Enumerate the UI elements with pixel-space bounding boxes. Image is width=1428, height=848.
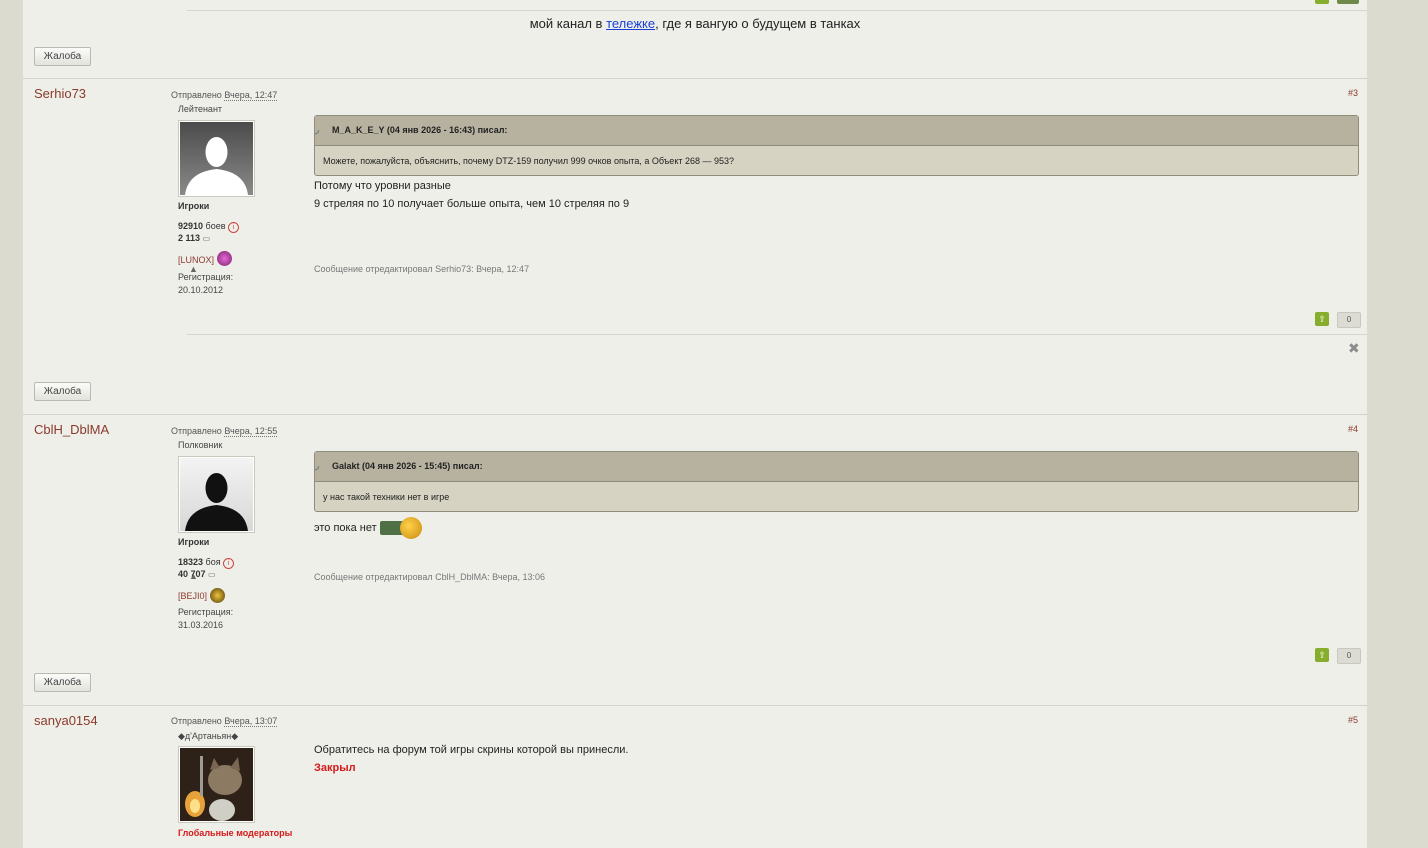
vote-down-button-top[interactable]	[1337, 0, 1359, 4]
clan-emblem-icon[interactable]	[210, 588, 225, 603]
signature-link[interactable]: тележке	[606, 16, 655, 31]
post-author[interactable]: Serhio73	[34, 86, 86, 101]
avatar[interactable]	[178, 746, 255, 823]
posted-label: Отправлено	[171, 426, 222, 436]
avatar[interactable]	[178, 120, 255, 197]
report-button[interactable]: Жалоба	[34, 382, 91, 401]
post-number[interactable]: #4	[1348, 424, 1358, 434]
signature-text: мой канал в	[529, 16, 607, 31]
battles-count: 92910 боев i	[178, 221, 240, 233]
message-icon: ▭	[208, 570, 216, 579]
post-separator	[23, 78, 1367, 79]
user-rank: Лейтенант	[178, 104, 223, 114]
posted-label: Отправлено	[171, 90, 222, 100]
post-date: Отправлено Вчера, 12:47	[171, 90, 278, 101]
user-rank: ◆д'Артаньян◆	[178, 731, 239, 741]
posted-date: Вчера, 12:47	[224, 90, 278, 101]
user-group: Игроки	[178, 201, 210, 211]
silhouette-avatar-icon	[180, 458, 253, 531]
info-icon[interactable]: i	[228, 222, 240, 233]
avatar[interactable]	[178, 456, 255, 533]
battles-count: 18323 боя i	[178, 557, 235, 569]
forum-topic: мой канал в тележке, где я вангую о буду…	[23, 0, 1367, 848]
post-body: это пока нет	[314, 517, 424, 539]
registration-date: 20.10.2012	[178, 285, 224, 295]
quote-block: ◞ Galakt (04 янв 2026 - 15:45) писал: у н…	[314, 451, 1359, 512]
registration-label: Регистрация:	[178, 607, 234, 617]
post-line: Обратитесь на форум той игры скрины кото…	[314, 744, 629, 756]
registration: Регистрация: 20.10.2012	[178, 271, 233, 297]
quote-icon: ◞	[315, 461, 319, 472]
quote-block: ◞ M_A_K_E_Y (04 янв 2026 - 16:43) писал: …	[314, 115, 1359, 176]
report-button[interactable]: Жалоба	[34, 673, 91, 692]
vote-up-button-top[interactable]	[1315, 0, 1329, 4]
cat-warrior-avatar-icon	[180, 748, 253, 821]
post-author[interactable]: sanya0154	[34, 713, 98, 728]
default-avatar-icon	[180, 122, 253, 195]
quote-body: у нас такой техники нет в игре	[323, 492, 450, 502]
user-rank: Полковник	[178, 440, 223, 450]
post-separator	[23, 705, 1367, 706]
registration-date: 31.03.2016	[178, 620, 224, 630]
messages-count: 2 113 ▭	[178, 233, 210, 243]
posted-date: Вчера, 13:07	[224, 716, 278, 727]
quote-icon: ◞	[315, 125, 319, 136]
edited-note: Сообщение отредактировал Serhio73: Вчера…	[314, 264, 530, 274]
info-icon[interactable]: i	[223, 558, 235, 569]
post-line: 9 стреляя по 10 получает больше опыта, ч…	[314, 198, 630, 210]
user-group: Глобальные модераторы	[178, 828, 293, 838]
signature-divider	[187, 10, 1367, 11]
quote-author[interactable]: M_A_K_E_Y (04 янв 2026 - 16:43) писал:	[332, 125, 507, 135]
battles-value: 18323	[178, 557, 204, 567]
vote-count: 0	[1337, 312, 1361, 328]
quote-author[interactable]: Galakt (04 янв 2026 - 15:45) писал:	[332, 461, 483, 471]
messages-value: 2 113	[178, 233, 201, 243]
post-number[interactable]: #3	[1348, 88, 1358, 98]
clan-emblem-icon[interactable]	[217, 251, 232, 266]
post-body: Потому что уровни разные 9 стреляя по 10…	[314, 177, 629, 213]
emoticon-icon	[379, 517, 424, 539]
close-icon[interactable]: ✖	[1348, 340, 1360, 357]
signature-text-end: , где я вангую о будущем в танках	[655, 16, 861, 31]
post-divider	[187, 334, 1367, 335]
posted-date: Вчера, 12:55	[224, 426, 278, 437]
quote-header: ◞ M_A_K_E_Y (04 янв 2026 - 16:43) писал:	[315, 116, 1358, 146]
signature: мой канал в тележке, где я вангую о буду…	[23, 16, 1367, 31]
vote-up-icon[interactable]: ⇧	[1315, 648, 1329, 662]
warning-icon: ▲	[189, 571, 198, 581]
battles-value: 92910	[178, 221, 204, 231]
message-icon: ▭	[202, 234, 211, 243]
battles-label: боев	[205, 221, 226, 231]
user-group: Игроки	[178, 537, 210, 547]
quote-header: ◞ Galakt (04 янв 2026 - 15:45) писал:	[315, 452, 1358, 482]
registration: Регистрация: 31.03.2016	[178, 606, 233, 632]
post-date: Отправлено Вчера, 12:55	[171, 426, 278, 437]
vote-count: 0	[1337, 648, 1361, 664]
vote-up-icon[interactable]: ⇧	[1315, 312, 1329, 326]
post-separator	[23, 414, 1367, 415]
post-number[interactable]: #5	[1348, 715, 1358, 725]
closed-label: Закрыл	[314, 762, 356, 774]
edited-note: Сообщение отредактировал CblH_DblMA: Вче…	[314, 572, 546, 582]
clan-tag[interactable]: [BEJI0]	[178, 591, 207, 601]
post-body: Обратитесь на форум той игры скрины кото…	[314, 741, 628, 777]
registration-label: Регистрация:	[178, 272, 234, 282]
quote-body: Можете, пожалуйста, объяснить, почему DT…	[323, 156, 735, 166]
post-line: это пока нет	[314, 521, 377, 534]
post-author[interactable]: CblH_DblMA	[34, 422, 109, 437]
posted-label: Отправлено	[171, 716, 222, 726]
post-line: Потому что уровни разные	[314, 180, 451, 192]
battles-label: боя	[205, 557, 221, 567]
report-button[interactable]: Жалоба	[34, 47, 91, 66]
post-date: Отправлено Вчера, 13:07	[171, 716, 278, 727]
